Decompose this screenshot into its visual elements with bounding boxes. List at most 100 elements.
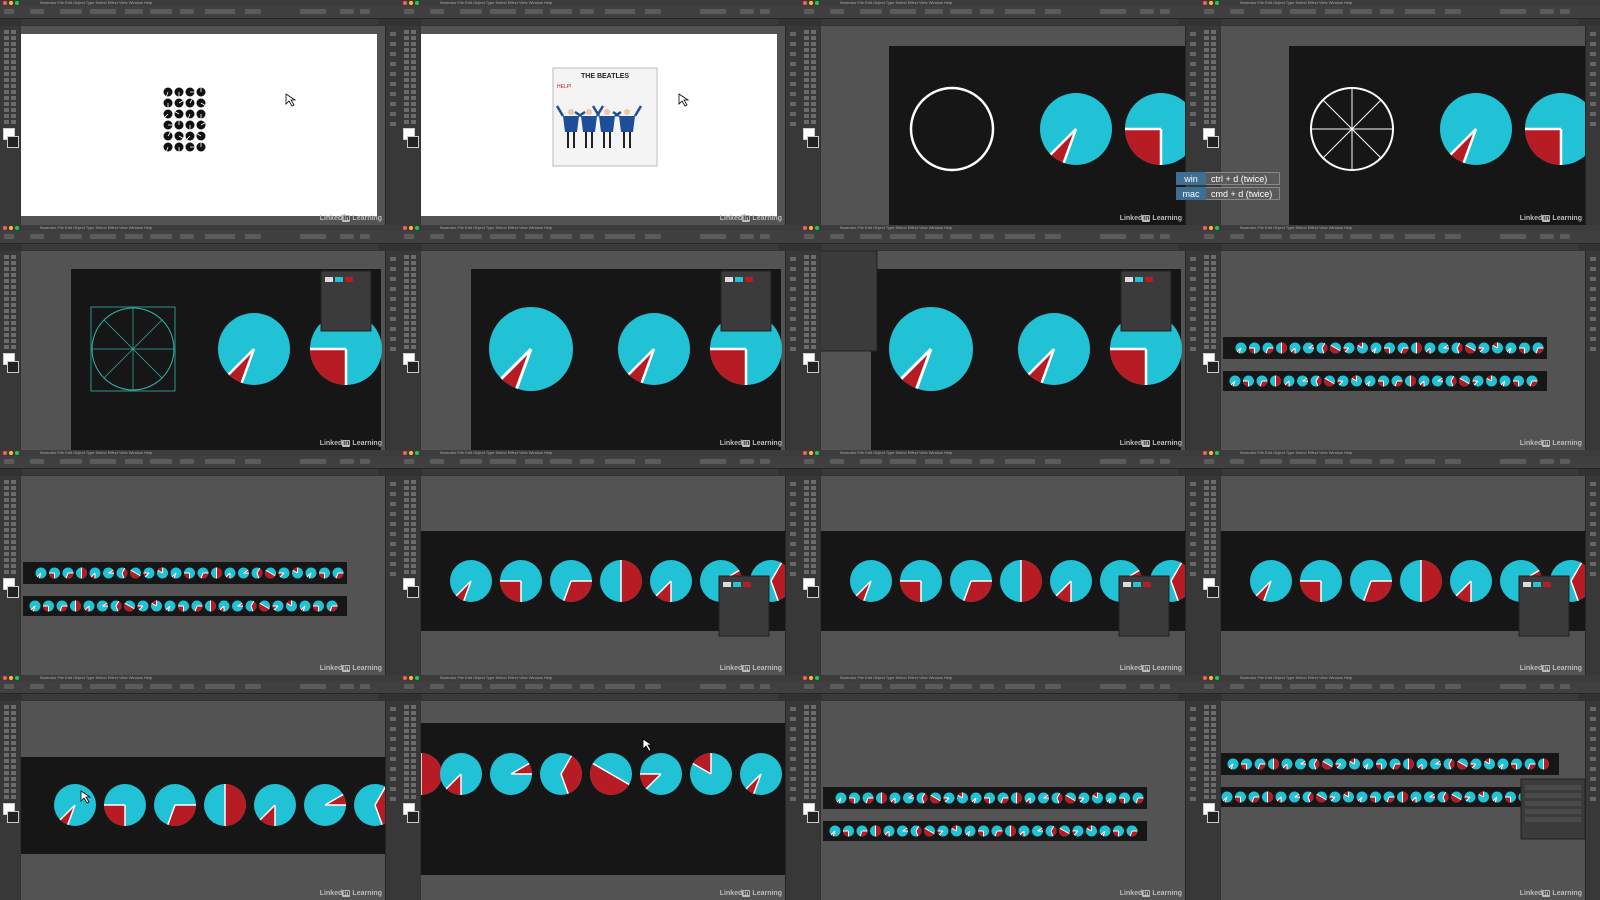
tool-icon[interactable] [411,498,416,502]
control-bar-widget[interactable] [1325,234,1343,239]
tool-icon[interactable] [1204,303,1209,307]
tool-icon[interactable] [811,516,816,520]
panel-icon[interactable] [1190,317,1196,321]
tool-icon[interactable] [11,705,16,709]
tool-icon[interactable] [11,717,16,721]
tool-icon[interactable] [811,735,816,739]
tool-icon[interactable] [1211,297,1216,301]
floating-panel[interactable] [320,270,372,332]
window-control-icon[interactable] [403,1,407,5]
tool-icon[interactable] [404,540,409,544]
tool-icon[interactable] [811,504,816,508]
tool-icon[interactable] [411,279,416,283]
tool-icon[interactable] [11,741,16,745]
pasteboard[interactable] [421,251,785,450]
panel-icon[interactable] [1590,777,1596,781]
tool-icon[interactable] [11,321,16,325]
pasteboard[interactable] [821,476,1185,675]
panel-icon[interactable] [790,482,796,486]
tool-icon[interactable] [804,759,809,763]
tool-icon[interactable] [804,564,809,568]
tool-icon[interactable] [1204,291,1209,295]
tool-icon[interactable] [11,345,16,349]
panel-icon[interactable] [390,532,396,536]
tool-icon[interactable] [4,108,9,112]
control-bar-widget[interactable] [700,9,726,14]
control-bar-widget[interactable] [830,234,844,239]
tool-icon[interactable] [11,60,16,64]
panel-icon[interactable] [1590,52,1596,56]
tool-icon[interactable] [404,546,409,550]
tool-icon[interactable] [11,510,16,514]
tool-icon[interactable] [4,492,9,496]
tool-icon[interactable] [411,345,416,349]
control-bar-widget[interactable] [605,9,635,14]
panel-icon[interactable] [390,72,396,76]
tool-icon[interactable] [1204,795,1209,799]
panel-icon[interactable] [390,267,396,271]
panel-icon[interactable] [1190,757,1196,761]
control-bar-widget[interactable] [1005,684,1035,689]
tool-icon[interactable] [411,285,416,289]
tool-icon[interactable] [1211,783,1216,787]
control-bar-widget[interactable] [460,234,482,239]
tool-icon[interactable] [1204,546,1209,550]
control-bar-widget[interactable] [700,459,726,464]
tool-icon[interactable] [1211,255,1216,259]
control-bar-widget[interactable] [525,9,543,14]
tool-icon[interactable] [1204,516,1209,520]
tool-icon[interactable] [804,273,809,277]
tool-icon[interactable] [4,36,9,40]
panel-icon[interactable] [390,737,396,741]
tool-icon[interactable] [1211,78,1216,82]
tool-icon[interactable] [4,735,9,739]
panel-icon[interactable] [390,757,396,761]
tool-icon[interactable] [1211,534,1216,538]
control-bar-widget[interactable] [404,459,414,464]
tool-icon[interactable] [411,534,416,538]
tool-icon[interactable] [804,285,809,289]
tool-icon[interactable] [1211,120,1216,124]
tool-icon[interactable] [804,90,809,94]
window-control-icon[interactable] [1203,451,1207,455]
panel-icon[interactable] [390,307,396,311]
control-bar-widget[interactable] [580,234,594,239]
tool-icon[interactable] [1204,498,1209,502]
tool-icon[interactable] [811,522,816,526]
stroke-swatch[interactable] [1207,361,1219,373]
tool-icon[interactable] [804,723,809,727]
control-bar-widget[interactable] [30,684,44,689]
tool-icon[interactable] [411,558,416,562]
tool-icon[interactable] [811,261,816,265]
tool-icon[interactable] [11,729,16,733]
control-bar-widget[interactable] [1140,684,1154,689]
tool-icon[interactable] [411,771,416,775]
tool-icon[interactable] [11,528,16,532]
tool-icon[interactable] [804,267,809,271]
tool-icon[interactable] [11,42,16,46]
tool-icon[interactable] [404,333,409,337]
tool-icon[interactable] [411,510,416,514]
panel-icon[interactable] [1190,522,1196,526]
panel-icon[interactable] [390,552,396,556]
panel-icon[interactable] [1190,112,1196,116]
tool-icon[interactable] [411,486,416,490]
tool-icon[interactable] [411,30,416,34]
control-bar-widget[interactable] [1005,9,1035,14]
panel-icon[interactable] [1590,122,1596,126]
tool-icon[interactable] [404,729,409,733]
tool-icon[interactable] [1211,546,1216,550]
tool-icon[interactable] [811,267,816,271]
window-control-icon[interactable] [15,676,19,680]
tool-icon[interactable] [11,36,16,40]
tool-icon[interactable] [11,777,16,781]
stroke-swatch[interactable] [407,811,419,823]
panel-icon[interactable] [1190,287,1196,291]
panel-icon[interactable] [390,257,396,261]
control-bar-widget[interactable] [360,9,370,14]
tool-icon[interactable] [1204,339,1209,343]
tool-icon[interactable] [4,711,9,715]
document-tab[interactable] [422,469,778,475]
tool-icon[interactable] [411,795,416,799]
panel-icon[interactable] [1190,717,1196,721]
